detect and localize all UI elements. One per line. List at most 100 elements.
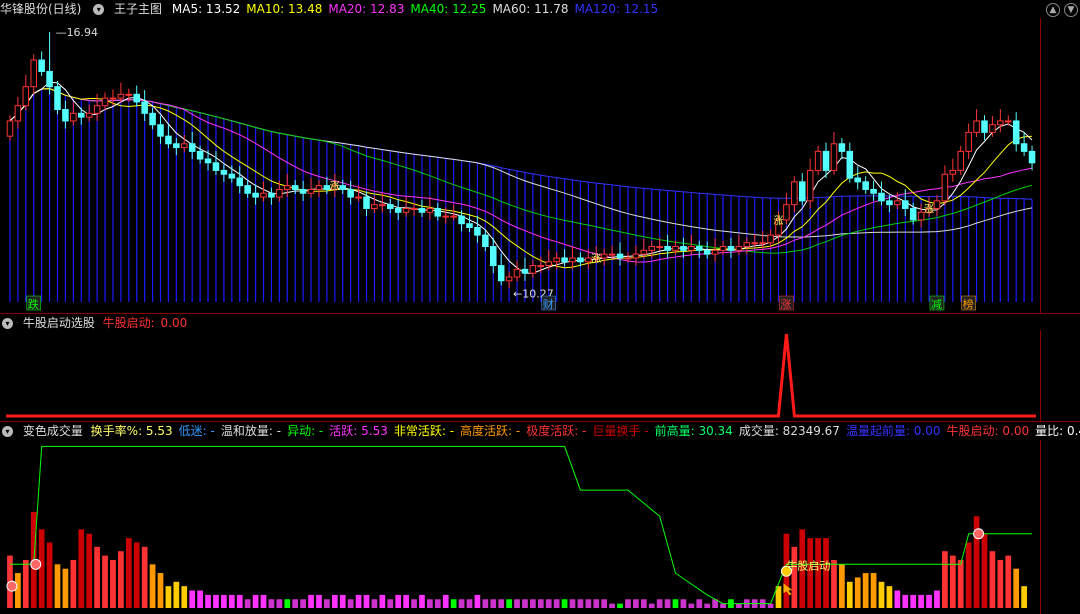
indicator-name[interactable]: 王子主图 [114, 2, 162, 16]
volume-bar [221, 594, 227, 608]
candle-body [244, 185, 251, 194]
volume-bar [102, 555, 108, 608]
volume-bar [339, 594, 346, 608]
candle-body [489, 246, 497, 267]
candle-body [894, 200, 901, 206]
volume-bar [537, 599, 544, 608]
volume-legend-item: 低迷: - [178, 424, 215, 438]
ma10-line [9, 88, 1033, 269]
candle-body [434, 207, 442, 217]
volume-bar [981, 533, 988, 608]
candle-body [30, 59, 38, 88]
ma-legend-item: MA120: 12.15 [574, 2, 659, 16]
candle-body [149, 112, 156, 126]
ma60-line [9, 88, 1033, 238]
indicator-menu-icon[interactable]: ▾ [2, 426, 13, 437]
volume-bar [965, 542, 972, 608]
candle-body [299, 188, 307, 194]
ma-legend: MA5: 13.52 MA10: 13.48 MA20: 12.83 MA40: 12… [172, 2, 664, 16]
candle-body [901, 200, 909, 209]
candle-body [14, 105, 22, 122]
volume-bar [355, 594, 362, 608]
volume-bar [625, 599, 631, 608]
candle-body [561, 257, 568, 263]
candle-body [442, 215, 450, 218]
volume-bar [640, 599, 647, 608]
volume-chart[interactable]: 牛股启动 [0, 440, 1080, 614]
candle-body [117, 93, 125, 99]
volume-bar [110, 559, 116, 608]
volume-bar [458, 599, 465, 608]
candle-body [1012, 120, 1020, 145]
scroll-up-icon[interactable]: ▲ [1046, 3, 1060, 17]
volume-legend-item: 量比: 0.42 [1035, 424, 1080, 438]
volume-bar [379, 594, 386, 608]
candle-body [719, 246, 727, 251]
volume-bar [846, 581, 853, 608]
volume-bar [165, 586, 172, 608]
volume-bar [62, 568, 69, 608]
volume-bar [878, 581, 885, 608]
candle-body [854, 177, 862, 183]
volume-bar [593, 599, 600, 608]
volume-bar [807, 538, 814, 608]
candle-body [141, 101, 148, 114]
candle-body [204, 158, 212, 164]
candle-body [188, 143, 196, 152]
candle-body [783, 204, 790, 221]
volume-legend-item: 异动: - [287, 424, 324, 438]
candle-body [1028, 150, 1036, 164]
candle-body [743, 242, 751, 248]
indicator-title: 牛股启动选股 [22, 316, 95, 330]
candle-body [957, 150, 965, 171]
candle-body [466, 223, 473, 228]
candle-body [386, 204, 394, 209]
price-chart[interactable]: —16.94←10.27涨涨涨涨跌财涨减榜 [0, 18, 1080, 312]
ma-legend-item: MA60: 11.78 [492, 2, 569, 16]
volume-bar [997, 559, 1004, 608]
indicator-menu-icon[interactable]: ▾ [93, 4, 105, 15]
event-marker: 涨 [780, 298, 791, 311]
launch-label: 牛股启动 [786, 558, 830, 572]
candle-body [482, 234, 489, 248]
volume-bar [862, 573, 869, 608]
candle-body [822, 150, 830, 171]
volume-bar [530, 599, 536, 608]
candle-body [640, 249, 648, 255]
candle-body [537, 265, 545, 268]
volume-bar [292, 599, 299, 608]
volume-bar [696, 599, 703, 608]
volume-bar [839, 564, 845, 608]
candle-body [933, 200, 941, 209]
boost-marker: 涨 [591, 253, 601, 265]
volume-bar [522, 599, 528, 608]
candle-body [165, 135, 172, 145]
candle-body [260, 192, 267, 198]
indicator-menu-icon[interactable]: ▾ [2, 318, 13, 329]
candle-body [703, 249, 711, 255]
candle-body [410, 207, 418, 210]
candle-body [62, 109, 69, 122]
volume-bar [213, 594, 219, 608]
volume-legend-item: 高度活跃: - [460, 424, 521, 438]
volume-bar [466, 599, 473, 608]
volume-bar [989, 551, 996, 608]
candle-body [878, 192, 885, 202]
volume-bar [118, 551, 124, 608]
candle-body [767, 234, 774, 244]
volume-bar [482, 599, 489, 608]
scroll-down-icon[interactable]: ▼ [1064, 3, 1078, 17]
volume-bar [38, 529, 45, 608]
volume-bar [125, 538, 132, 608]
candle-body [173, 143, 180, 149]
volume-bar [347, 599, 354, 608]
volume-bar [15, 573, 21, 608]
volume-legend-item: 前高量: 30.34 [654, 424, 733, 438]
candle-body [981, 120, 988, 133]
volume-bar [720, 603, 726, 608]
signal-chart[interactable] [0, 330, 1080, 422]
ma5-line [9, 81, 1033, 274]
candle-body [909, 207, 917, 221]
candle-body [545, 261, 553, 267]
volume-bar [617, 603, 623, 608]
